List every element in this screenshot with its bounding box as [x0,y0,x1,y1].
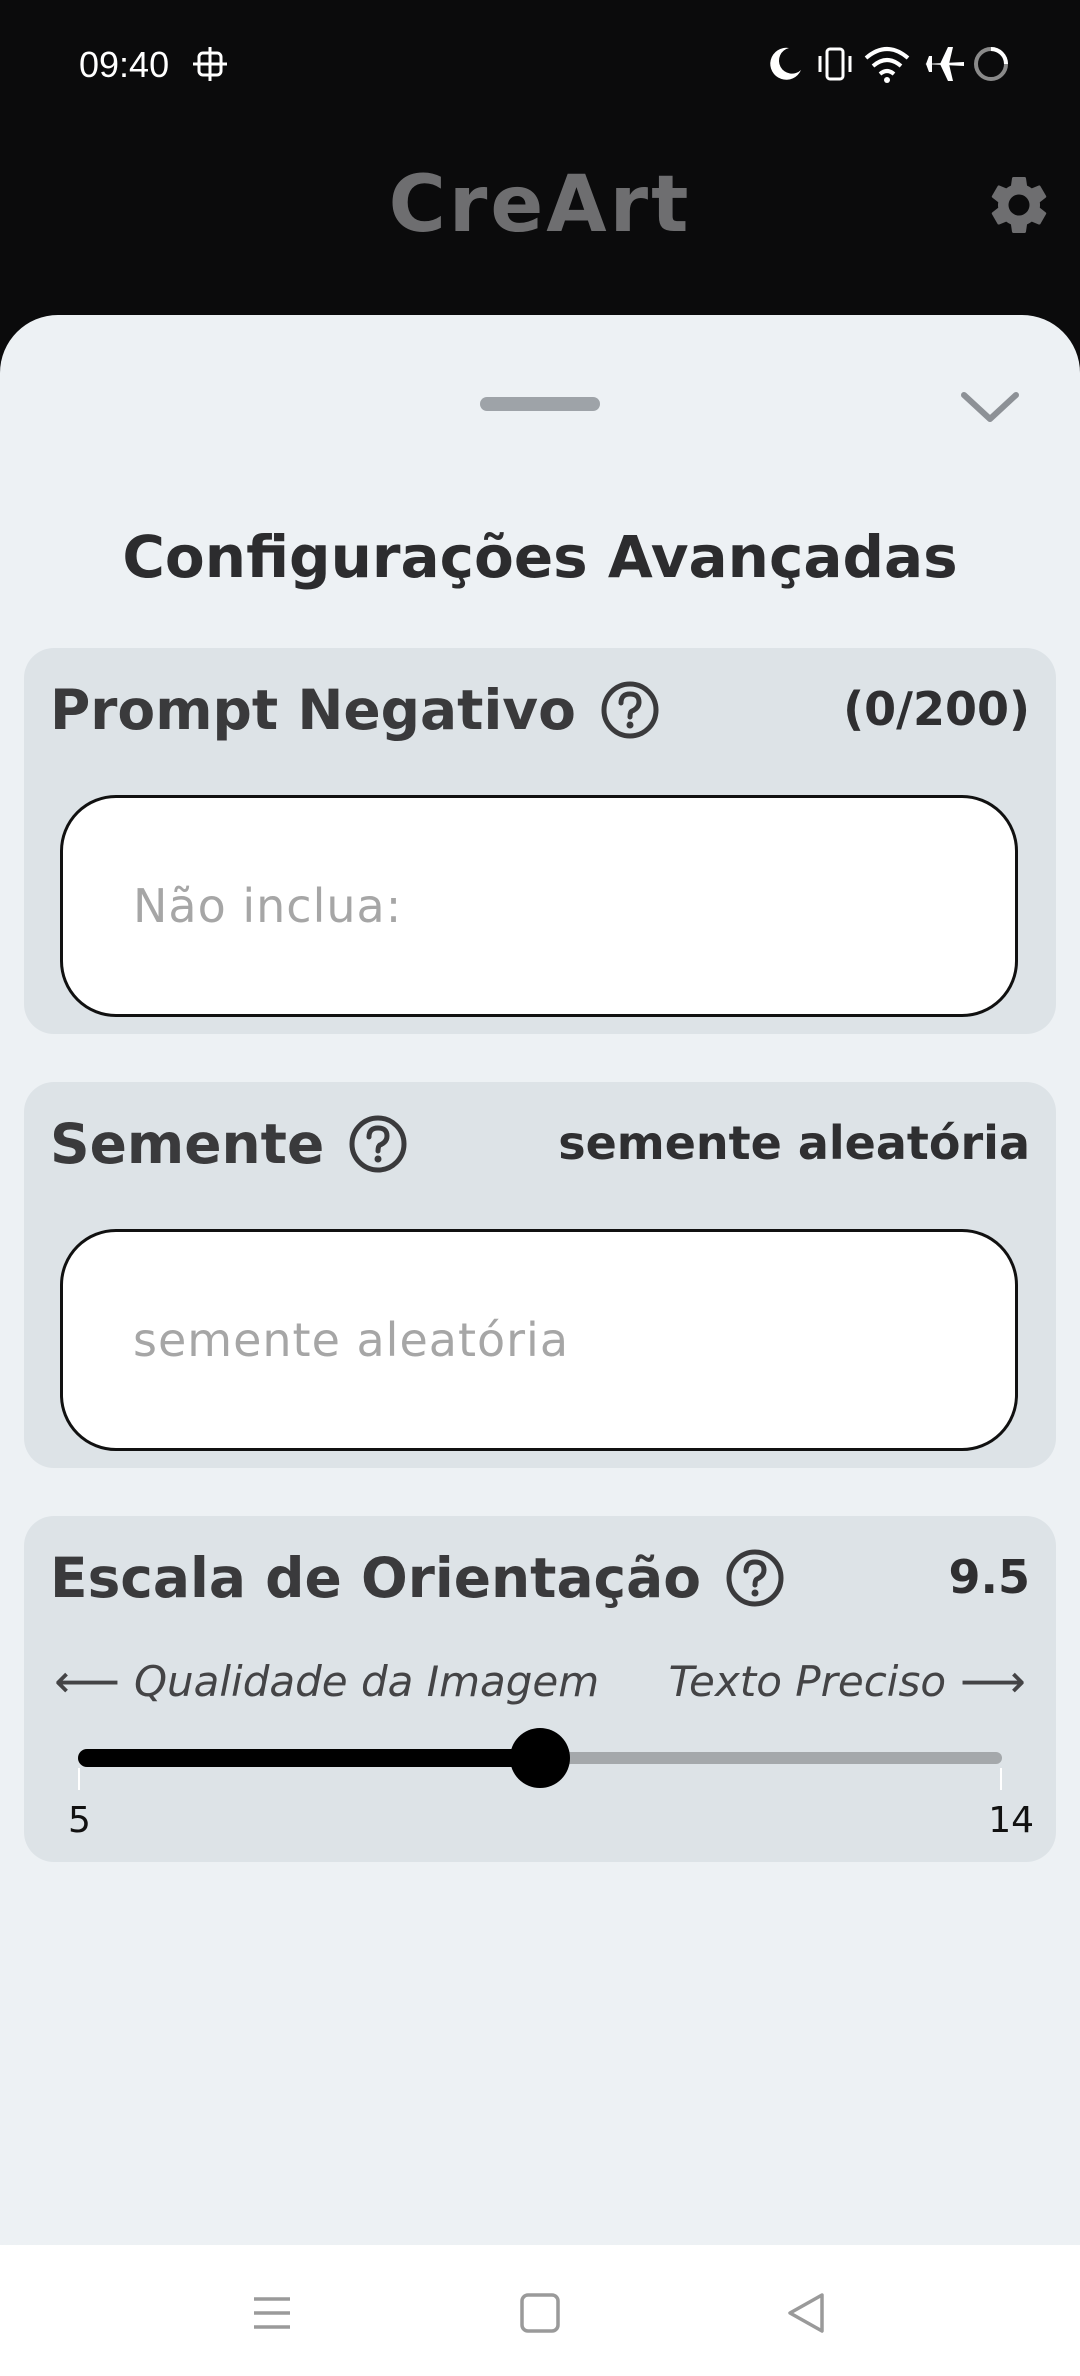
vibrate-icon [818,47,852,81]
arrow-left-icon: ⟵ [54,1654,120,1708]
screen-record-icon [193,47,227,81]
guidance-scale-slider[interactable] [78,1728,1002,1790]
slider-tick-min [78,1768,80,1790]
airplane-icon [924,47,964,81]
negative-prompt-card: Prompt Negativo (0/200) [24,648,1056,1034]
seed-current-value: semente aleatória [558,1116,1030,1170]
arrow-right-icon: ⟶ [960,1654,1026,1708]
wifi-icon [864,47,910,83]
chevron-down-icon[interactable] [950,377,1030,437]
triangle-back-icon[interactable] [766,2273,846,2353]
navigation-bar [0,2245,1080,2376]
help-circle-icon[interactable] [600,680,660,740]
guidance-scale-card: Escala de Orientação 9.5 ⟵ Qualidade da … [24,1516,1056,1862]
negative-prompt-counter: (0/200) [843,682,1030,736]
app-title: CreArt [388,160,692,250]
negative-prompt-input[interactable] [60,795,1018,1017]
help-circle-icon[interactable] [725,1548,785,1608]
slider-thumb[interactable] [510,1728,570,1788]
battery-saver-icon [974,47,1008,81]
seed-input[interactable] [60,1229,1018,1451]
square-icon[interactable] [500,2273,580,2353]
app-header: CreArt [0,130,1080,315]
slider-max-label: 14 [988,1800,1034,1841]
menu-icon[interactable] [232,2273,312,2353]
gear-icon[interactable] [984,170,1054,240]
slider-tick-max [1000,1768,1002,1790]
drag-handle[interactable] [480,397,600,411]
status-bar: 09:40 [0,0,1080,130]
hint-precise-text: Texto Preciso ⟶ [669,1654,1026,1708]
sheet-title: Configurações Avançadas [122,523,958,591]
slider-min-label: 5 [68,1800,91,1841]
guidance-scale-label-row: Escala de Orientação [50,1538,785,1618]
advanced-settings-sheet: Configurações Avançadas Prompt Negativo … [0,315,1080,2245]
negative-prompt-label: Prompt Negativo [50,678,576,742]
slider-fill [78,1749,540,1767]
moon-icon [770,47,801,80]
seed-card: Semente semente aleatória [24,1082,1056,1468]
hint-left-text: Qualidade da Imagem [133,1656,600,1706]
guidance-scale-label: Escala de Orientação [50,1546,702,1610]
negative-prompt-label-row: Prompt Negativo [50,670,660,750]
guidance-scale-value: 9.5 [948,1550,1031,1604]
seed-label: Semente [50,1112,325,1176]
hint-right-text: Texto Preciso [668,1656,947,1706]
seed-label-row: Semente [50,1104,408,1184]
hint-image-quality: ⟵ Qualidade da Imagem [54,1654,599,1708]
status-time: 09:40 [79,44,170,85]
help-circle-icon[interactable] [348,1114,408,1174]
